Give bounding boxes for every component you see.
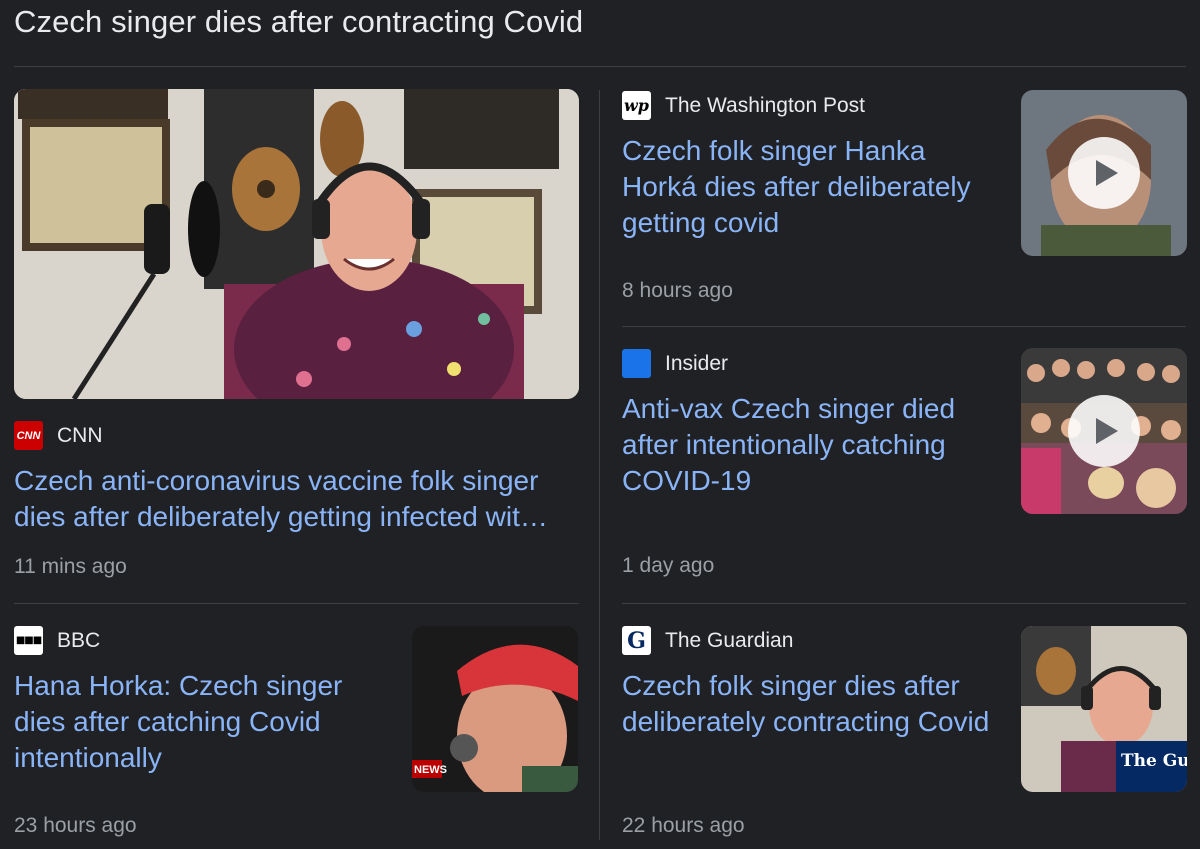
article-timestamp: 22 hours ago xyxy=(622,814,745,837)
play-button[interactable] xyxy=(1068,137,1140,209)
news-card-cnn[interactable]: CNN CNN Czech anti-coronavirus vaccine f… xyxy=(14,89,579,589)
column-divider xyxy=(599,90,600,840)
washington-post-logo-icon: wp xyxy=(622,91,651,120)
play-icon xyxy=(1096,418,1118,444)
card-divider xyxy=(14,603,579,604)
card-divider xyxy=(622,326,1186,327)
video-thumbnail[interactable] xyxy=(1021,348,1187,514)
article-timestamp: 11 mins ago xyxy=(14,555,127,578)
insider-logo-icon xyxy=(622,349,651,378)
source-name: BBC xyxy=(57,628,101,652)
singer-thumbnail-photo: The Guardi xyxy=(1021,626,1187,792)
article-headline[interactable]: Czech folk singer Hanka Horká dies after… xyxy=(622,133,997,241)
source-name: The Washington Post xyxy=(665,93,865,117)
card-divider xyxy=(622,603,1186,604)
video-thumbnail[interactable] xyxy=(1021,90,1187,256)
guardian-logo-icon: G xyxy=(622,626,651,655)
guardian-watermark: The Guardi xyxy=(1121,751,1187,771)
news-watermark: NEWS xyxy=(414,764,447,776)
singer-thumbnail-photo: NEWS xyxy=(412,626,578,792)
source-name: The Guardian xyxy=(665,628,794,652)
article-source[interactable]: wp The Washington Post xyxy=(622,91,865,120)
source-name: CNN xyxy=(57,423,103,447)
singer-studio-photo xyxy=(14,89,579,399)
source-name: Insider xyxy=(665,351,729,375)
play-icon xyxy=(1096,160,1118,186)
article-source[interactable]: G The Guardian xyxy=(622,626,793,655)
article-source[interactable]: ■■■ BBC xyxy=(14,626,100,655)
article-headline[interactable]: Czech anti-coronavirus vaccine folk sing… xyxy=(14,463,579,535)
cnn-logo-icon: CNN xyxy=(14,421,43,450)
article-headline[interactable]: Hana Horka: Czech singer dies after catc… xyxy=(14,668,374,776)
news-card-insider[interactable]: Insider Anti-vax Czech singer died after… xyxy=(622,347,1187,577)
article-timestamp: 1 day ago xyxy=(622,554,715,577)
article-source[interactable]: CNN CNN xyxy=(14,421,103,450)
article-timestamp: 8 hours ago xyxy=(622,279,733,302)
section-title[interactable]: Czech singer dies after contracting Covi… xyxy=(14,0,1186,40)
article-headline[interactable]: Anti-vax Czech singer died after intenti… xyxy=(622,391,997,499)
article-source[interactable]: Insider xyxy=(622,349,728,378)
news-card-washington-post[interactable]: wp The Washington Post Czech folk singer… xyxy=(622,89,1187,309)
play-button[interactable] xyxy=(1068,395,1140,467)
article-thumbnail[interactable]: NEWS xyxy=(412,626,578,792)
bbc-logo-icon: ■■■ xyxy=(14,626,43,655)
article-timestamp: 23 hours ago xyxy=(14,814,137,837)
news-card-bbc[interactable]: ■■■ BBC Hana Horka: Czech singer dies af… xyxy=(14,624,579,844)
article-headline[interactable]: Czech folk singer dies after deliberatel… xyxy=(622,668,997,740)
section-header: Czech singer dies after contracting Covi… xyxy=(14,0,1186,67)
article-thumbnail[interactable]: The Guardi xyxy=(1021,626,1187,792)
article-image[interactable] xyxy=(14,89,579,399)
news-card-guardian[interactable]: G The Guardian Czech folk singer dies af… xyxy=(622,624,1187,844)
